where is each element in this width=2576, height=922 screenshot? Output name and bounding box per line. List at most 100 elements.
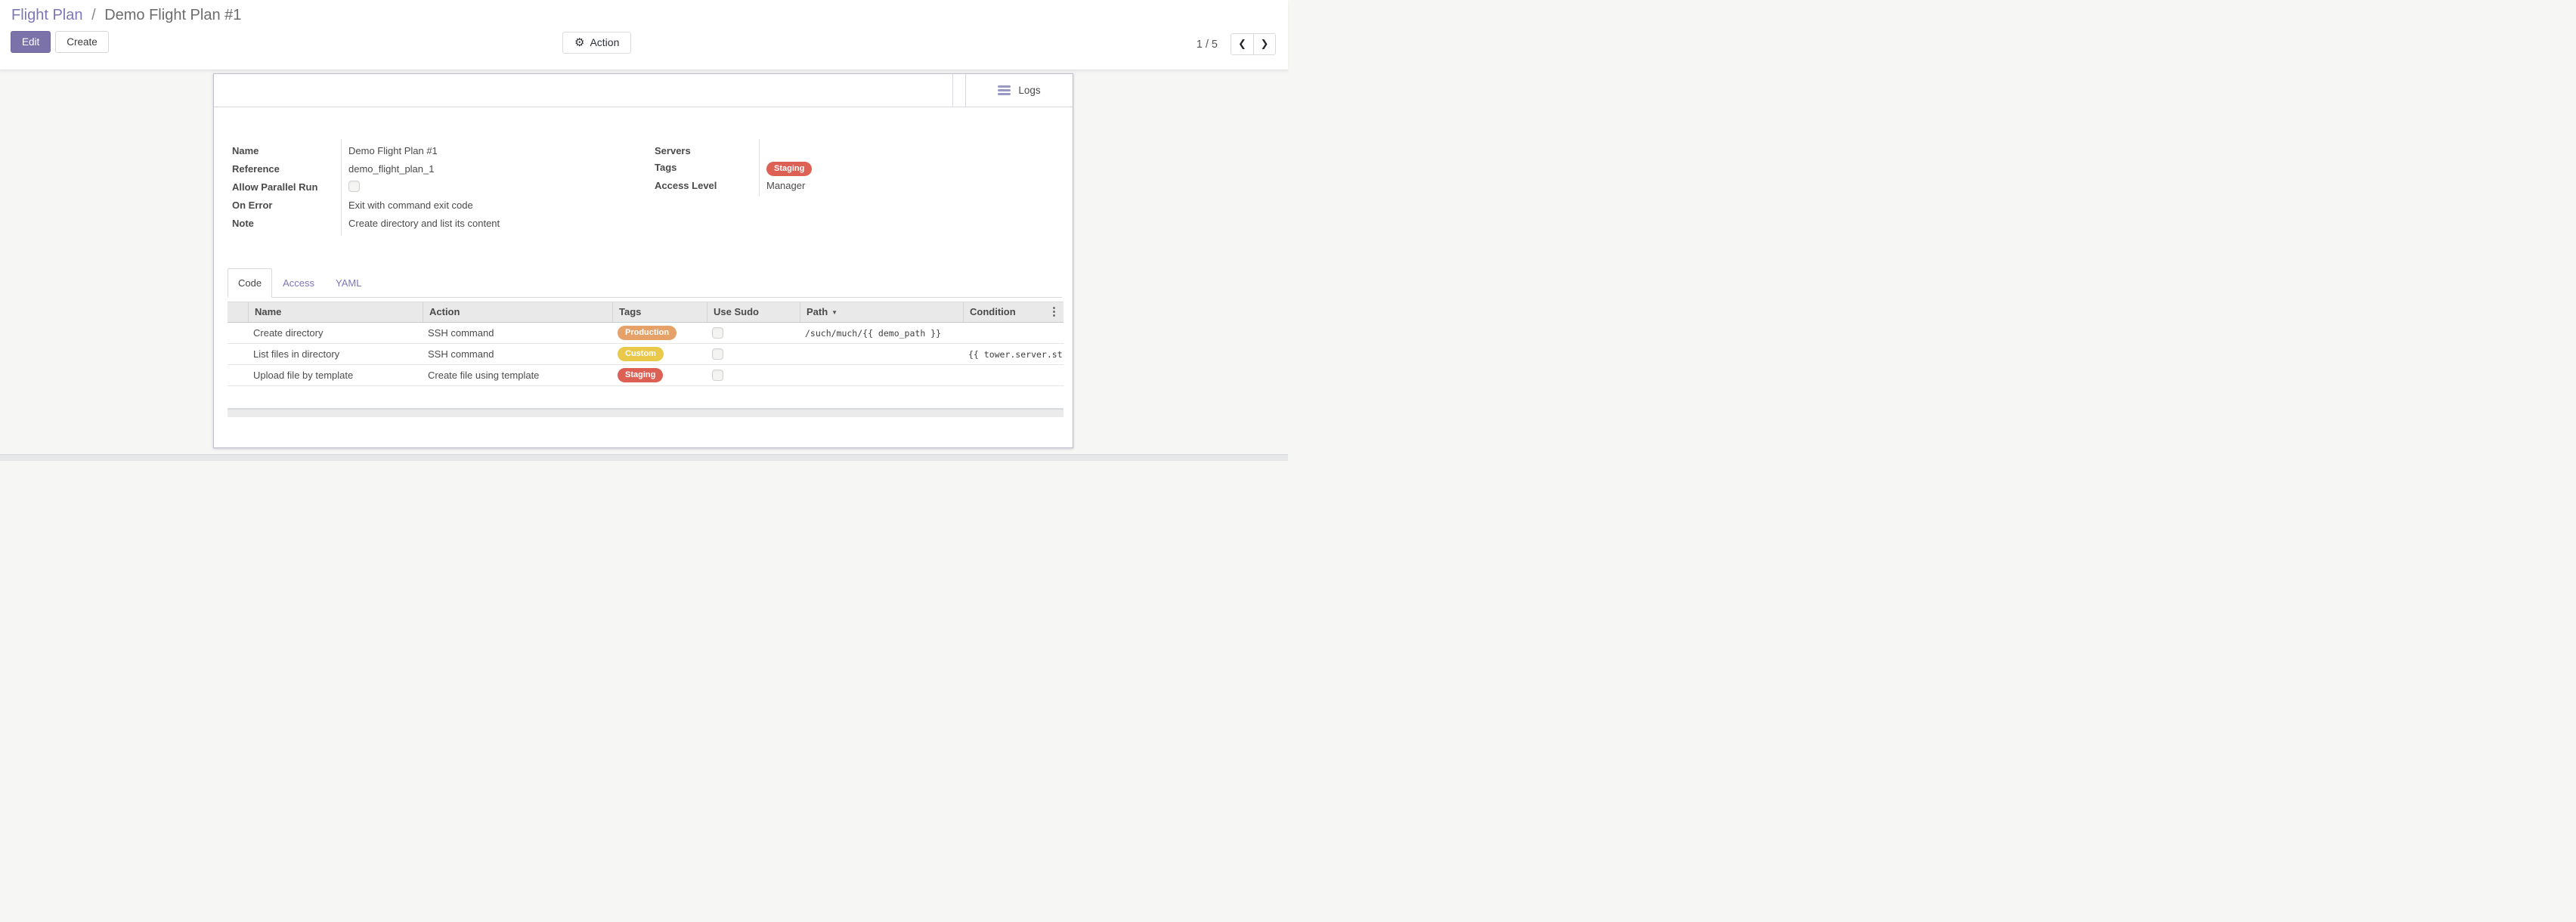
column-header-name[interactable]: Name — [249, 302, 423, 322]
field-label: Reference — [232, 162, 341, 176]
tab-yaml[interactable]: YAML — [325, 268, 372, 298]
field-group-right: Servers Tags Staging Access Level Manage… — [655, 144, 1063, 195]
column-header-use-sudo[interactable]: Use Sudo — [707, 302, 800, 322]
action-button-label: Action — [590, 37, 619, 48]
field-value: Exit with command exit code — [341, 198, 473, 212]
bottom-band — [0, 454, 1288, 461]
field-tags: Tags Staging — [655, 160, 1063, 176]
row-use-sudo-cell — [707, 344, 800, 364]
row-handle-cell — [228, 344, 249, 364]
control-panel: Flight Plan / Demo Flight Plan #1 Edit C… — [0, 0, 1288, 70]
create-button[interactable]: Create — [55, 31, 109, 53]
field-label: Access Level — [655, 178, 759, 193]
button-box-spacer — [952, 74, 965, 107]
table-header-row: Name Action Tags Use Sudo Path▼ Conditio… — [228, 302, 1064, 323]
form-sheet: Logs Name Demo Flight Plan #1 Reference … — [213, 73, 1073, 448]
field-access-level: Access Level Manager — [655, 178, 1063, 193]
notebook-tabs: Code Access YAML — [228, 268, 1062, 298]
row-tags-cell: Production — [613, 323, 707, 343]
row-action-cell: SSH command — [423, 344, 613, 364]
sort-desc-icon: ▼ — [831, 309, 838, 316]
use-sudo-checkbox[interactable] — [712, 370, 723, 381]
optional-columns-kebab-icon[interactable]: ⋮ — [1048, 305, 1060, 318]
tab-access[interactable]: Access — [272, 268, 325, 298]
tag-badge: Staging — [618, 368, 663, 382]
field-on-error: On Error Exit with command exit code — [232, 198, 640, 212]
chevron-right-icon: ❯ — [1261, 39, 1269, 50]
row-use-sudo-cell — [707, 323, 800, 343]
field-value: Manager — [759, 178, 805, 193]
allow-parallel-run-checkbox[interactable] — [348, 181, 360, 192]
field-label: Servers — [655, 144, 759, 158]
row-condition-cell — [964, 323, 1064, 343]
column-header-action[interactable]: Action — [423, 302, 613, 322]
row-path-cell — [800, 344, 964, 364]
pager-buttons: ❮ ❯ — [1231, 33, 1276, 55]
horizontal-scrollbar[interactable] — [228, 408, 1064, 417]
row-name-cell: Upload file by template — [249, 365, 423, 385]
field-label: Allow Parallel Run — [232, 180, 341, 194]
code-lines-table: Name Action Tags Use Sudo Path▼ Conditio… — [228, 302, 1064, 386]
field-reference: Reference demo_flight_plan_1 — [232, 162, 640, 176]
breadcrumb-parent-link[interactable]: Flight Plan — [11, 7, 83, 23]
group-divider — [341, 139, 342, 236]
pager: 1 / 5 ❮ ❯ — [1197, 33, 1276, 55]
table-row[interactable]: Create directory SSH command Production … — [228, 323, 1064, 344]
row-name-cell: List files in directory — [249, 344, 423, 364]
pager-previous-button[interactable]: ❮ — [1231, 34, 1253, 54]
row-name-cell: Create directory — [249, 323, 423, 343]
field-allow-parallel-run: Allow Parallel Run — [232, 180, 640, 194]
group-divider — [759, 139, 760, 196]
view-buttons: Edit Create — [11, 31, 109, 53]
edit-button[interactable]: Edit — [11, 31, 51, 53]
field-label: Note — [232, 216, 341, 230]
column-header-tags[interactable]: Tags — [613, 302, 707, 322]
row-handle-cell — [228, 365, 249, 385]
sheet-header: Logs — [214, 74, 1073, 107]
use-sudo-checkbox[interactable] — [712, 348, 723, 360]
column-header-path[interactable]: Path▼ — [800, 302, 964, 322]
row-action-cell: Create file using template — [423, 365, 613, 385]
column-header-condition[interactable]: Condition⋮ — [964, 302, 1064, 322]
row-tags-cell: Custom — [613, 344, 707, 364]
logs-button[interactable]: Logs — [965, 74, 1073, 107]
table-body: Create directory SSH command Production … — [228, 323, 1064, 386]
field-label: On Error — [232, 198, 341, 212]
table-row[interactable]: List files in directory SSH command Cust… — [228, 344, 1064, 365]
use-sudo-checkbox[interactable] — [712, 327, 723, 339]
pager-next-button[interactable]: ❯ — [1253, 34, 1275, 54]
logs-button-label: Logs — [1018, 85, 1040, 96]
field-groups: Name Demo Flight Plan #1 Reference demo_… — [214, 144, 1073, 238]
breadcrumb-current: Demo Flight Plan #1 — [104, 7, 241, 23]
row-use-sudo-cell — [707, 365, 800, 385]
field-name: Name Demo Flight Plan #1 — [232, 144, 640, 158]
row-path-cell: /such/much/{{ demo_path }} — [800, 323, 964, 343]
field-group-left: Name Demo Flight Plan #1 Reference demo_… — [232, 144, 640, 234]
action-button[interactable]: ⚙ Action — [562, 32, 631, 54]
row-handle-cell — [228, 323, 249, 343]
row-condition-cell: {{ tower.server.st — [964, 344, 1064, 364]
field-value: demo_flight_plan_1 — [341, 162, 434, 176]
field-label: Name — [232, 144, 341, 158]
field-value — [341, 180, 360, 192]
field-value: Staging — [759, 160, 812, 176]
breadcrumb-separator: / — [91, 7, 96, 23]
field-note: Note Create directory and list its conte… — [232, 216, 640, 230]
field-value: Demo Flight Plan #1 — [341, 144, 438, 158]
table-row[interactable]: Upload file by template Create file usin… — [228, 365, 1064, 386]
gear-icon: ⚙ — [574, 37, 584, 48]
row-action-cell: SSH command — [423, 323, 613, 343]
row-tags-cell: Staging — [613, 365, 707, 385]
tag-badge: Production — [618, 326, 677, 340]
breadcrumb: Flight Plan / Demo Flight Plan #1 — [11, 7, 241, 24]
field-servers: Servers — [655, 144, 1063, 158]
tab-code[interactable]: Code — [228, 268, 272, 298]
tag-badge: Staging — [766, 162, 812, 176]
field-label: Tags — [655, 160, 759, 175]
row-condition-cell — [964, 365, 1064, 385]
column-header-handle — [228, 302, 249, 322]
pager-value: 1 / 5 — [1197, 39, 1218, 51]
tag-badge: Custom — [618, 347, 664, 361]
chevron-left-icon: ❮ — [1238, 39, 1246, 50]
button-box: Logs — [952, 74, 1073, 107]
